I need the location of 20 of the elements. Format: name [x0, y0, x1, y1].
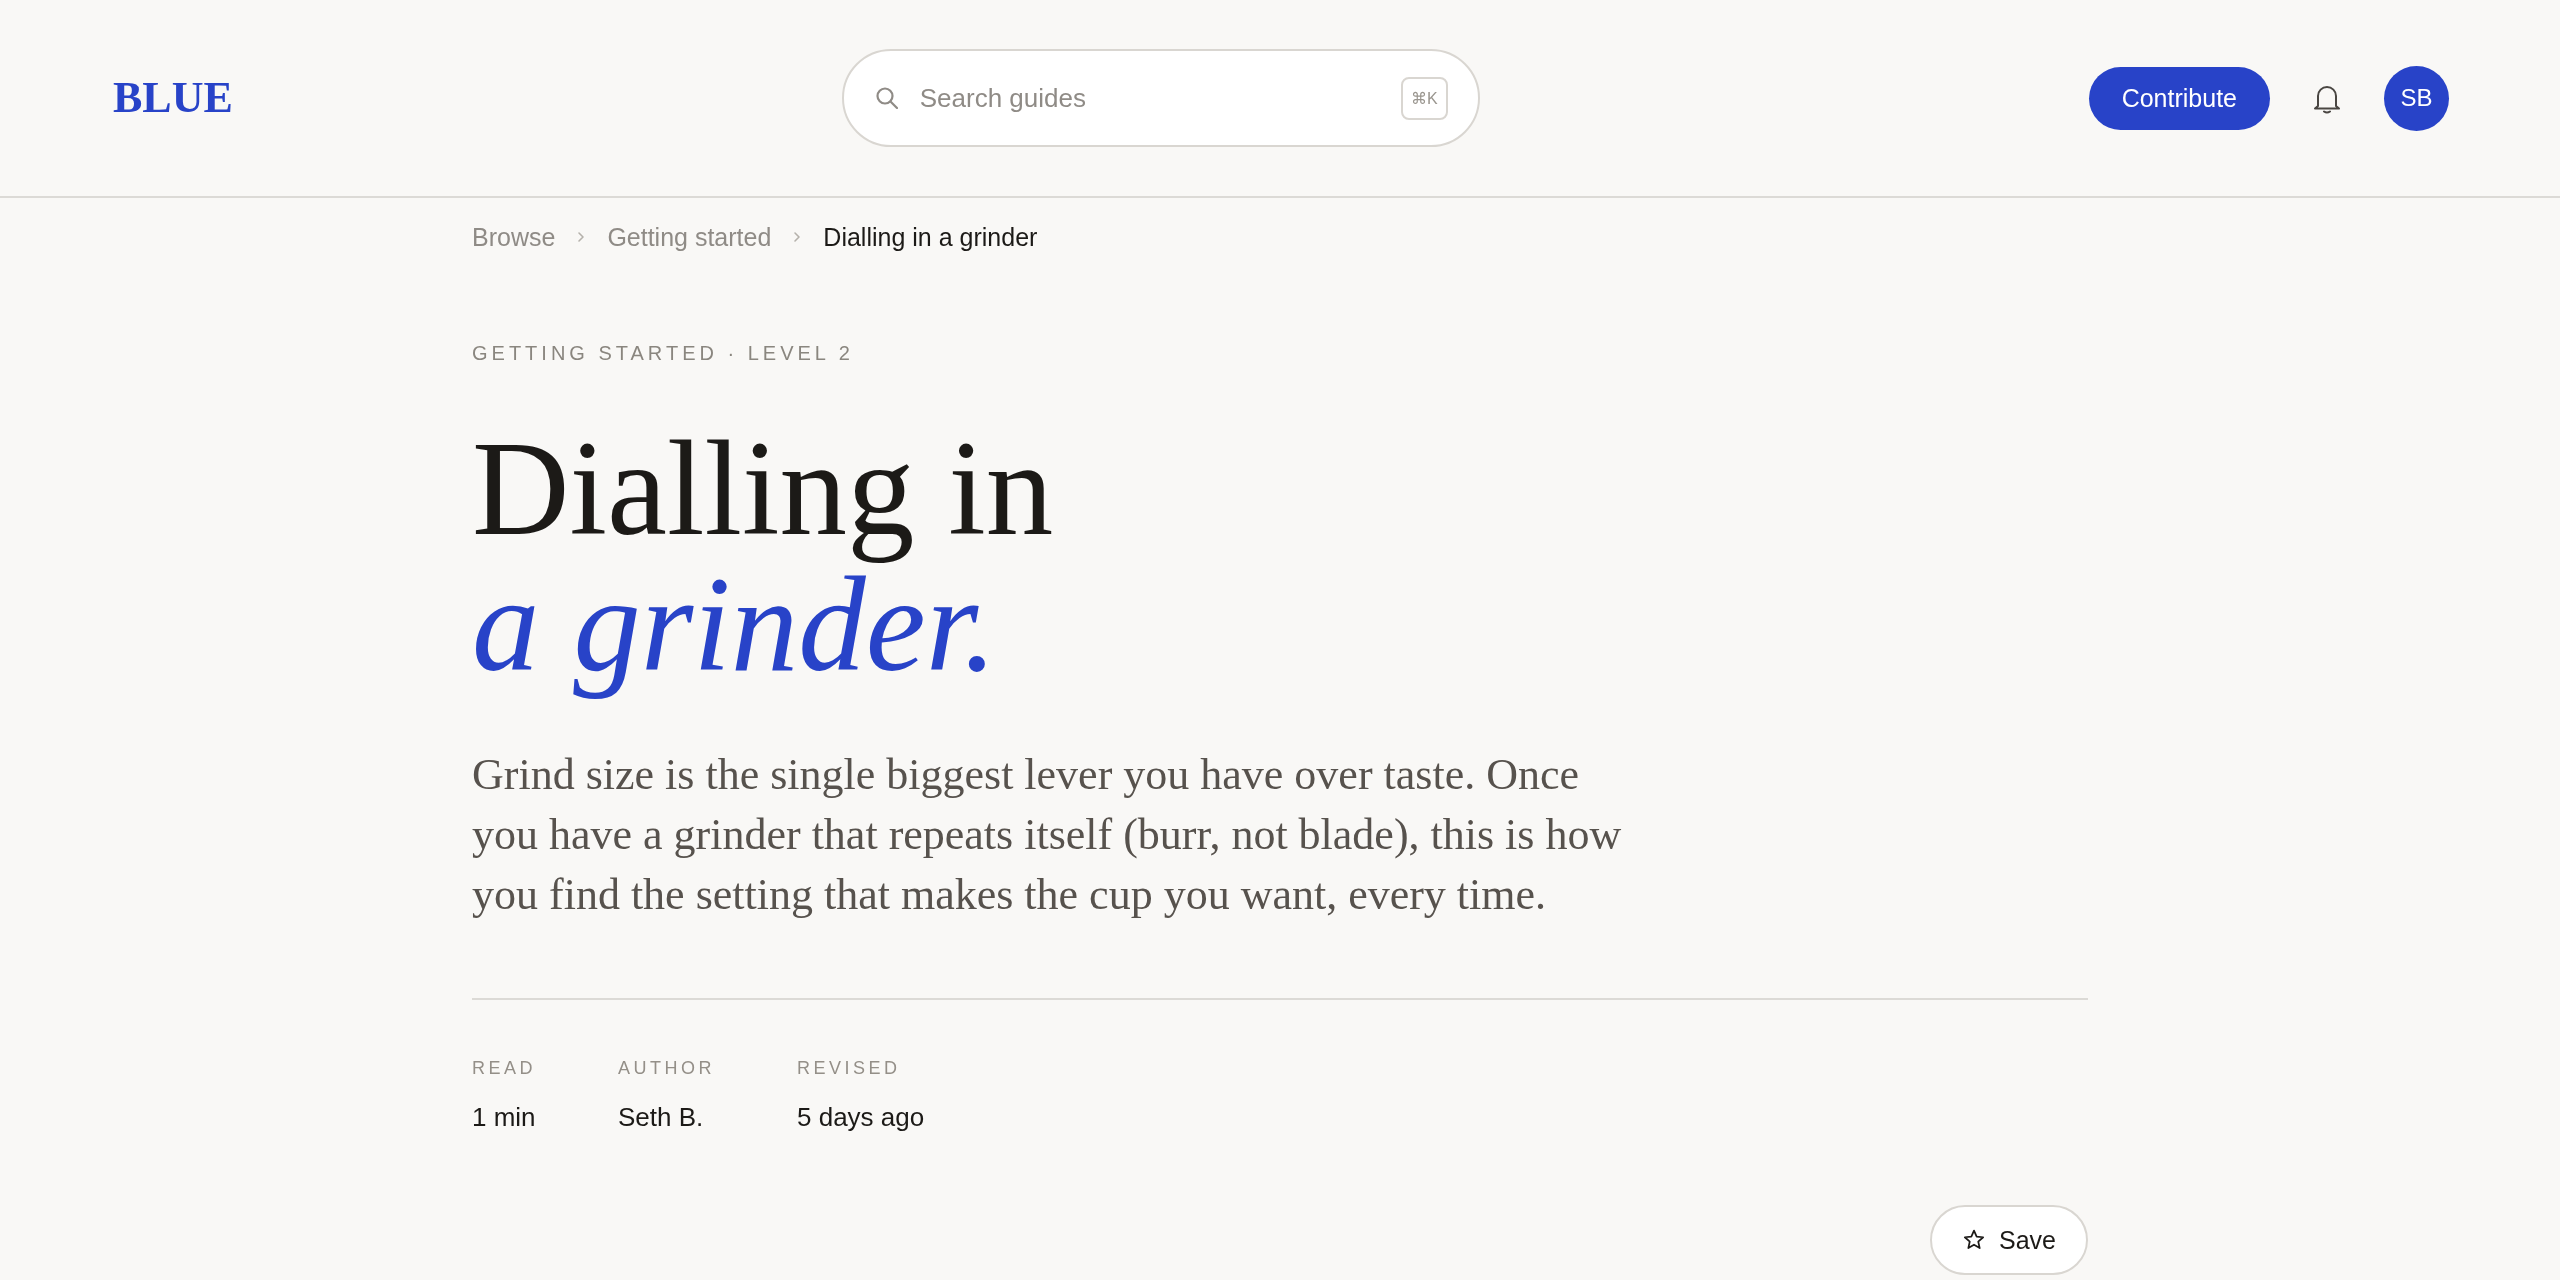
intro-paragraph: Grind size is the single biggest lever you have over taste. Once you have a grinder that repeats itself (burr, not blade), this is how you find the setting that makes the cup you want, every time. [472, 749, 1623, 921]
chevron-icon [577, 231, 586, 243]
search-icon [875, 87, 898, 109]
save-button[interactable]: Save [1930, 1205, 2088, 1275]
meta-value: 1 min [472, 1101, 536, 1134]
chevron-icon [793, 231, 802, 243]
logo[interactable]: BLUE [113, 76, 233, 120]
meta-label: READ [472, 1057, 536, 1080]
meta-value: Seth B. [618, 1101, 704, 1134]
avatar-button[interactable]: SB [2384, 65, 2449, 131]
contribute-button[interactable]: Contribute [2088, 66, 2270, 130]
breadcrumb-link[interactable]: Dialling in a grinder [823, 220, 1038, 254]
search-input[interactable]: Search guides [919, 78, 1379, 118]
shortcut-key: ⌘K [1400, 76, 1448, 120]
meta-label: AUTHOR [618, 1057, 715, 1080]
star-icon [1963, 1229, 1985, 1251]
meta-value: 5 days ago [797, 1101, 925, 1134]
meta-label: REVISED [797, 1057, 901, 1080]
category-label: GETTING STARTED · LEVEL 2 [472, 341, 854, 366]
article-title: Dialling in a grinder. [472, 421, 1055, 701]
